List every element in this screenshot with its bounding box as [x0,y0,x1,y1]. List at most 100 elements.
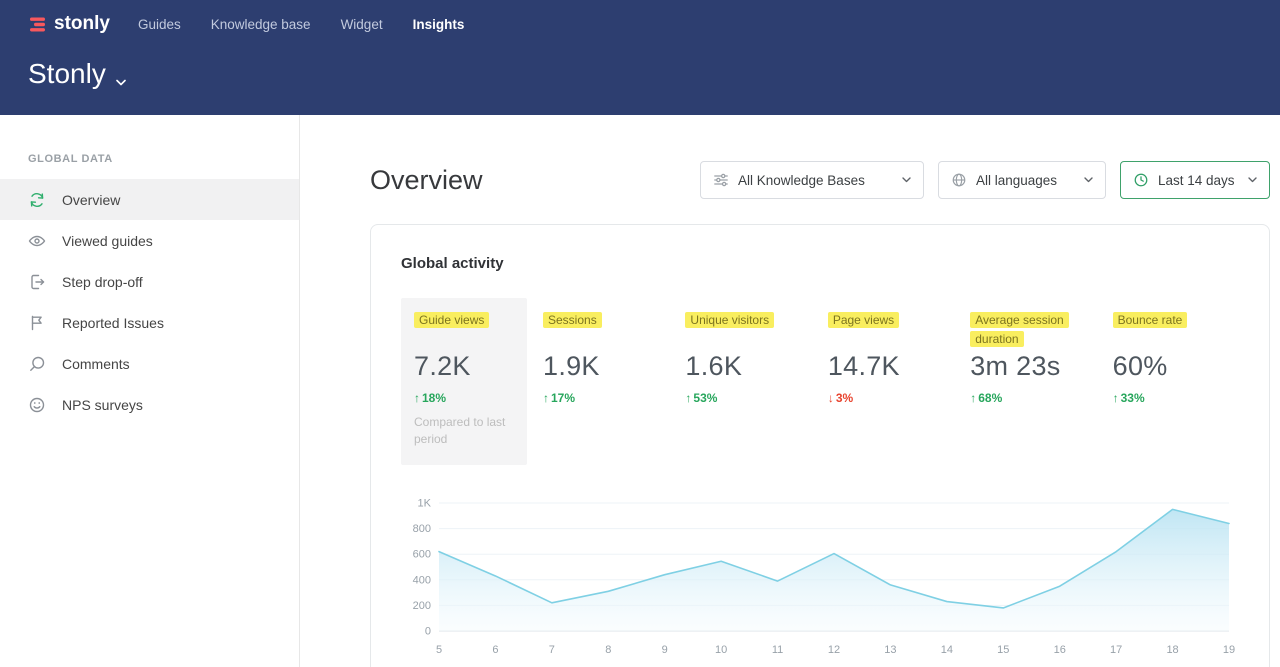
metric-change: ↑18% [414,391,514,405]
page-title: Overview [370,165,483,196]
metric-value: 7.2K [414,351,514,382]
metric-sessions[interactable]: Sessions 1.9K ↑17% [543,298,669,405]
sidebar-item-label: Overview [62,192,120,208]
knowledge-bases-dropdown[interactable]: All Knowledge Bases [700,161,924,199]
comments-icon [28,355,46,373]
sidebar-item-label: Viewed guides [62,233,153,249]
clock-icon [1133,172,1149,188]
svg-text:11: 11 [772,644,783,656]
metric-value: 3m 23s [970,351,1096,382]
svg-text:5: 5 [436,644,442,656]
nav-item-guides[interactable]: Guides [138,17,181,32]
metric-change: ↑53% [685,391,811,405]
stonly-logo[interactable]: stonly [28,13,110,35]
sidebar-item-overview[interactable]: Overview [0,179,299,220]
date-range-dropdown[interactable]: Last 14 days [1120,161,1270,199]
sidebar: GLOBAL DATA Overview Viewed guides [0,115,300,667]
metric-label: Unique visitors [685,312,774,328]
languages-dropdown-value: All languages [976,173,1075,188]
chevron-down-icon [116,61,126,93]
activity-chart: 02004006008001K5678910111213141516171819 [401,493,1239,661]
metric-compare-note: Compared to last period [414,414,514,449]
nav-item-widget[interactable]: Widget [341,17,383,32]
nav-item-knowledge-base[interactable]: Knowledge base [211,17,311,32]
metric-value: 1.9K [543,351,669,382]
trend-arrow-icon: ↑ [414,391,420,405]
exit-page-icon [28,273,46,291]
date-range-dropdown-value: Last 14 days [1158,173,1239,188]
metric-label: Bounce rate [1113,312,1188,328]
metric-label: Average session duration [970,312,1069,347]
sidebar-item-label: Comments [62,356,130,372]
metric-label: Guide views [414,312,489,328]
trend-arrow-icon: ↑ [543,391,549,405]
sidebar-item-nps-surveys[interactable]: NPS surveys [0,384,299,425]
svg-text:200: 200 [413,600,431,612]
sidebar-item-label: Reported Issues [62,315,164,331]
stonly-logo-text: stonly [54,13,110,35]
sliders-icon [713,172,729,188]
svg-text:7: 7 [549,644,555,656]
svg-text:0: 0 [425,625,431,637]
metric-label: Page views [828,312,899,328]
svg-text:14: 14 [941,644,953,656]
global-activity-card: Global activity Guide views 7.2K ↑18% Co… [370,224,1270,667]
sidebar-item-comments[interactable]: Comments [0,343,299,384]
metric-change: ↑68% [970,391,1096,405]
knowledge-bases-dropdown-value: All Knowledge Bases [738,173,893,188]
metric-change: ↓3% [828,391,954,405]
svg-text:12: 12 [828,644,840,656]
metric-average-session-duration[interactable]: Average session duration 3m 23s ↑68% [970,298,1096,405]
svg-text:8: 8 [605,644,611,656]
sidebar-item-reported-issues[interactable]: Reported Issues [0,302,299,343]
svg-text:800: 800 [413,523,431,535]
filters-row: All Knowledge Bases All languages [700,161,1270,199]
chevron-down-icon [902,177,911,183]
svg-text:19: 19 [1223,644,1235,656]
smiley-icon [28,396,46,414]
sidebar-section-title: GLOBAL DATA [0,153,299,165]
sidebar-item-step-drop-off[interactable]: Step drop-off [0,261,299,302]
sidebar-item-viewed-guides[interactable]: Viewed guides [0,220,299,261]
top-bar: stonly Guides Knowledge base Widget Insi… [0,0,1280,115]
trend-arrow-icon: ↑ [685,391,691,405]
area-chart-svg: 02004006008001K5678910111213141516171819 [401,493,1239,661]
svg-text:1K: 1K [418,497,432,509]
svg-text:16: 16 [1054,644,1066,656]
globe-icon [951,172,967,188]
metrics-row: Guide views 7.2K ↑18% Compared to last p… [401,298,1239,465]
metric-bounce-rate[interactable]: Bounce rate 60% ↑33% [1113,298,1239,405]
svg-text:13: 13 [884,644,896,656]
stonly-logo-icon [28,15,47,34]
svg-text:6: 6 [492,644,498,656]
languages-dropdown[interactable]: All languages [938,161,1106,199]
nav-item-insights[interactable]: Insights [413,17,465,32]
workspace-switcher[interactable]: Stonly [28,55,1252,93]
svg-text:17: 17 [1110,644,1122,656]
svg-text:15: 15 [997,644,1009,656]
svg-text:600: 600 [413,548,431,560]
trend-arrow-icon: ↓ [828,391,834,405]
metric-page-views[interactable]: Page views 14.7K ↓3% [828,298,954,405]
svg-text:18: 18 [1166,644,1178,656]
metric-unique-visitors[interactable]: Unique visitors 1.6K ↑53% [685,298,811,405]
metric-value: 1.6K [685,351,811,382]
flag-icon [28,314,46,332]
card-title: Global activity [401,255,1239,272]
metric-change: ↑17% [543,391,669,405]
chevron-down-icon [1248,177,1257,183]
workspace-title: Stonly [28,58,106,90]
metric-label: Sessions [543,312,602,328]
svg-text:400: 400 [413,574,431,586]
top-navigation: Guides Knowledge base Widget Insights [138,17,464,32]
metric-value: 14.7K [828,351,954,382]
eye-icon [28,232,46,250]
main-content: Overview All Knowledge Bases [300,115,1280,667]
svg-text:10: 10 [715,644,727,656]
chevron-down-icon [1084,177,1093,183]
trend-arrow-icon: ↑ [1113,391,1119,405]
sidebar-item-label: Step drop-off [62,274,143,290]
metric-guide-views[interactable]: Guide views 7.2K ↑18% Compared to last p… [401,298,527,465]
metric-value: 60% [1113,351,1239,382]
sidebar-item-label: NPS surveys [62,397,143,413]
